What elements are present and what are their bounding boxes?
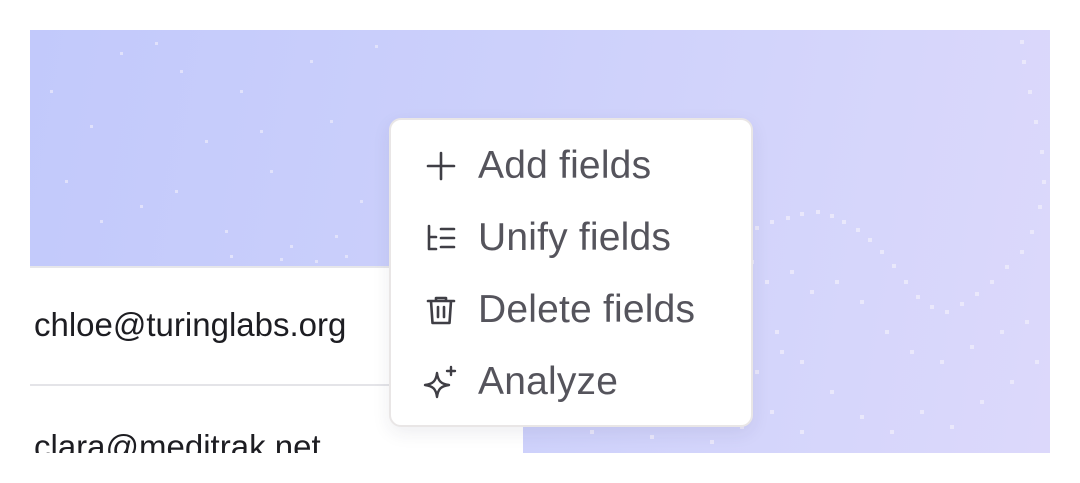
menu-item-unify-fields[interactable]: Unify fields	[391, 206, 751, 270]
canvas-background: chloe@turinglabs.org clara@meditrak.net …	[30, 30, 1050, 453]
menu-item-add-fields[interactable]: Add fields	[391, 134, 751, 198]
menu-item-label: Unify fields	[478, 216, 672, 259]
menu-item-analyze[interactable]: Analyze	[391, 350, 751, 414]
menu-item-label: Analyze	[478, 360, 619, 403]
menu-item-label: Delete fields	[478, 288, 696, 331]
sparkle-icon	[421, 362, 461, 402]
context-menu: Add fields Unify fields Delete fields An…	[389, 118, 753, 427]
table-row-email[interactable]: clara@meditrak.net	[30, 428, 523, 453]
plus-icon	[421, 146, 461, 186]
menu-item-label: Add fields	[478, 144, 652, 187]
menu-item-delete-fields[interactable]: Delete fields	[391, 278, 751, 342]
trash-icon	[421, 290, 461, 330]
unify-list-icon	[421, 218, 461, 258]
